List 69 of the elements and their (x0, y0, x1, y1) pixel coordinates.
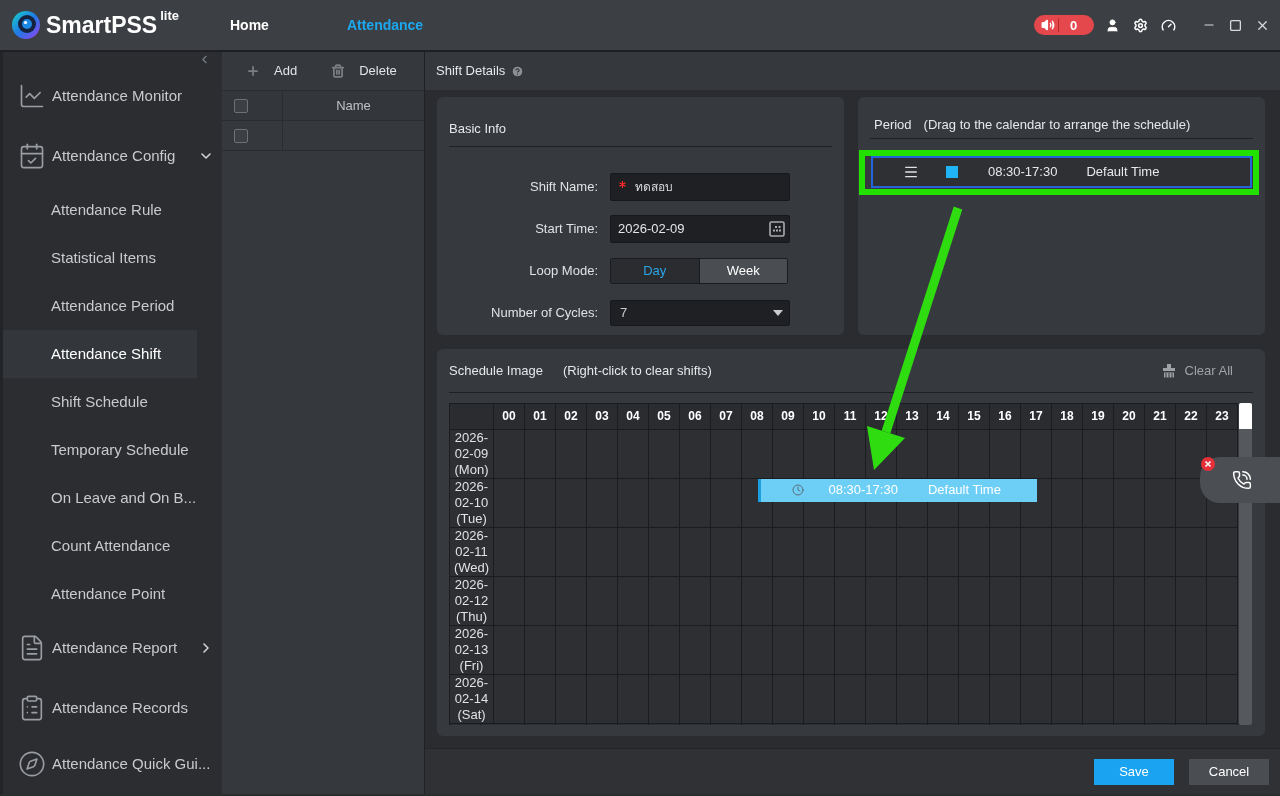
toolbar-button[interactable]: Add (246, 61, 298, 81)
sidebar-item[interactable]: Attendance Monitor (3, 66, 222, 126)
gauge-icon[interactable] (1161, 17, 1176, 33)
settings-icon[interactable] (1133, 17, 1148, 33)
period-name: Default Time (1086, 163, 1160, 182)
sidebar-subitem[interactable]: Attendance Rule (3, 186, 197, 234)
app-name: SmartPSS (46, 13, 158, 37)
period-row[interactable]: 08:30-17:30 Default Time (871, 156, 1252, 188)
cycles-dropdown[interactable]: 7 (610, 300, 790, 326)
brush-icon (1161, 363, 1176, 378)
sidebar-item[interactable]: Attendance Config (3, 126, 222, 186)
clock-icon (791, 484, 804, 496)
card-hint: (Drag to the calendar to arrange the schedule) (923, 116, 1191, 134)
help-icon[interactable] (511, 64, 525, 78)
shift-name-field[interactable]: ทดสอบ (610, 173, 790, 201)
compass-icon (18, 750, 46, 778)
speaker-icon (1041, 18, 1055, 32)
phone-icon (1232, 470, 1252, 490)
plus-icon (246, 64, 260, 78)
period-time: 08:30-17:30 (988, 163, 1058, 182)
checkbox[interactable] (234, 98, 248, 113)
sidebar-item[interactable]: Attendance Records (3, 678, 222, 738)
nav-tab[interactable]: Home (210, 5, 289, 45)
column-header: Name (335, 96, 372, 115)
sidebar-subitem[interactable]: Attendance Point (3, 570, 197, 618)
start-time-field[interactable]: 2026-02-09 (610, 215, 790, 243)
clear-all-button[interactable]: Clear All (1161, 361, 1233, 381)
schedule-grid[interactable]: 00 01 02 03 04 05 06 07 08 09 10 11 12 13 14 15 16 17 18 19 20 21 22 23 2026-02-09 (Mon) 2026-02-10 (Tue) 08:30-17:30 Default Time 2026-02-11 (Wed) 2026-02-12 (Thu) 2026-02-13 (Fri) 2026-02-14 (Sat) (449, 402, 1238, 725)
alarm-button[interactable]: 0 (1034, 15, 1094, 35)
logo-icon (12, 11, 40, 39)
corner-cell (450, 403, 494, 430)
app-edition: lite (160, 9, 179, 22)
card-title: Basic Info (449, 121, 507, 136)
sidebar-item[interactable]: Attendance Quick Gui... (3, 738, 222, 790)
calendar-icon[interactable] (769, 221, 785, 237)
user-icon[interactable] (1105, 17, 1120, 33)
sidebar-subitem[interactable]: Attendance Period (3, 282, 197, 330)
field-label: Shift Name: (529, 178, 598, 197)
call-widget[interactable] (1200, 457, 1280, 503)
trash-icon (331, 64, 346, 78)
cancel-button[interactable]: Cancel (1189, 758, 1269, 785)
sidebar-subitem[interactable]: Statistical Items (3, 234, 197, 282)
loop-mode-option[interactable]: Week (698, 259, 787, 283)
card-title: Period (874, 116, 912, 134)
sidebar-subitem[interactable]: Attendance Shift (3, 330, 197, 378)
field-label: Loop Mode: (528, 262, 598, 281)
sidebar-subitem[interactable]: On Leave and On B... (3, 474, 197, 522)
card-title: Schedule Image (449, 361, 543, 380)
field-label: Number of Cycles: (490, 304, 598, 323)
shift-time: 08:30-17:30 (828, 481, 898, 500)
sidebar-subitem[interactable]: Count Attendance (3, 522, 197, 570)
card-hint: (Right-click to clear shifts) (562, 361, 712, 380)
line-chart-icon (18, 82, 46, 110)
caret-down-icon (773, 310, 783, 316)
sidebar-subitem[interactable]: Temporary Schedule (3, 426, 197, 474)
details-title: Shift Details (436, 62, 506, 81)
sidebar-item[interactable]: Attendance Report (3, 618, 222, 678)
loop-mode-option[interactable]: Day (611, 259, 699, 283)
field-label: Start Time: (534, 220, 598, 239)
calendar-check-icon (18, 142, 46, 170)
close-badge-icon[interactable] (1201, 457, 1215, 471)
nav-tab[interactable]: Attendance (326, 5, 444, 45)
checkbox[interactable] (234, 128, 248, 143)
scrollbar-thumb[interactable] (1239, 402, 1252, 429)
toolbar-button[interactable]: Delete (331, 61, 397, 81)
maximize-icon[interactable] (1229, 18, 1242, 32)
drag-handle-icon[interactable] (903, 164, 919, 180)
sidebar-subitem[interactable]: Shift Schedule (3, 378, 197, 426)
shift-name: Default Time (927, 481, 1001, 500)
